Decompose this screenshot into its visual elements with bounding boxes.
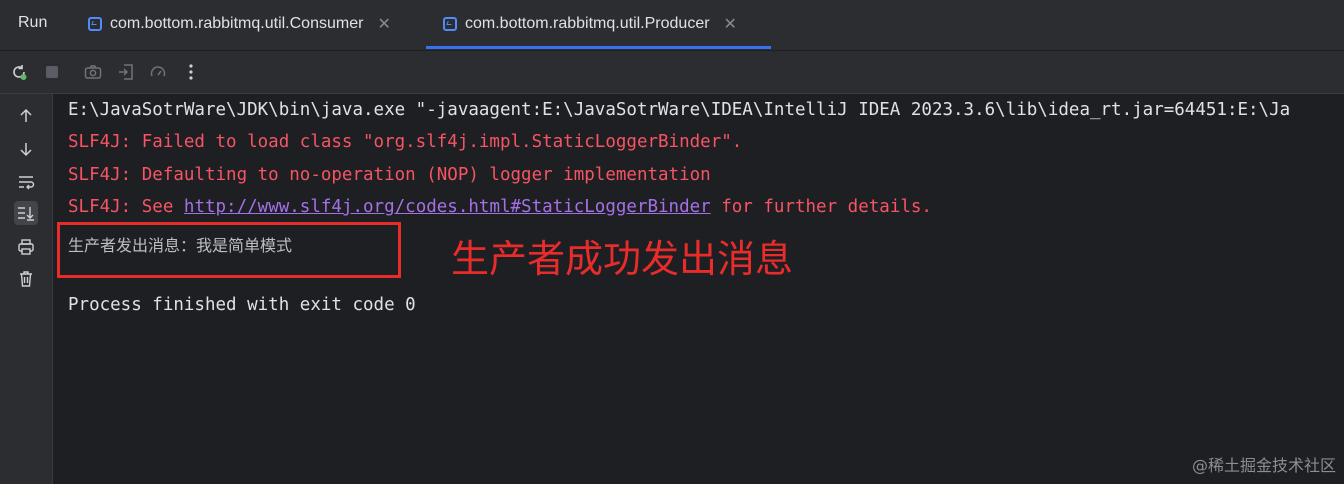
close-icon[interactable]: ✕ (377, 14, 390, 34)
annotation-label: 生产者成功发出消息 (451, 237, 794, 281)
tab-producer-label: com.bottom.rabbitmq.util.Producer (465, 15, 710, 32)
slf4j-warning-line: SLF4J: Failed to load class "org.slf4j.i… (68, 132, 743, 152)
scroll-to-end-icon[interactable] (14, 201, 38, 225)
console-output[interactable]: E:\JavaSotrWare\JDK\bin\java.exe "-javaa… (53, 94, 1344, 484)
rerun-icon[interactable] (8, 61, 30, 83)
down-arrow-icon[interactable] (14, 137, 38, 161)
slf4j-see-suffix: for further details. (710, 197, 932, 217)
slf4j-warning-line: SLF4J: See http://www.slf4j.org/codes.ht… (68, 197, 932, 217)
up-arrow-icon[interactable] (14, 104, 38, 128)
active-tab-indicator (426, 46, 771, 49)
slf4j-docs-link[interactable]: http://www.slf4j.org/codes.html#StaticLo… (184, 197, 711, 217)
run-panel-title: Run (18, 14, 48, 31)
soft-wrap-icon[interactable] (14, 170, 38, 194)
print-icon[interactable] (14, 235, 38, 259)
exit-code-line: Process finished with exit code 0 (68, 295, 416, 315)
slf4j-see-prefix: SLF4J: See (68, 197, 184, 217)
run-config-icon (443, 17, 457, 31)
exit-icon[interactable] (115, 61, 137, 83)
camera-icon[interactable] (82, 61, 104, 83)
console-side-toolbar (0, 94, 53, 484)
tab-producer[interactable]: com.bottom.rabbitmq.util.Producer ✕ (443, 0, 737, 48)
run-toolbar (0, 51, 1344, 94)
slf4j-warning-line: SLF4J: Defaulting to no-operation (NOP) … (68, 165, 711, 185)
more-icon[interactable] (180, 61, 202, 83)
gauge-icon[interactable] (147, 61, 169, 83)
tab-consumer[interactable]: com.bottom.rabbitmq.util.Consumer ✕ (88, 0, 391, 48)
watermark: @稀土掘金技术社区 (1191, 456, 1336, 475)
trash-icon[interactable] (14, 267, 38, 291)
tab-consumer-label: com.bottom.rabbitmq.util.Consumer (110, 15, 364, 32)
close-icon[interactable]: ✕ (724, 14, 737, 34)
stop-icon[interactable] (41, 61, 63, 83)
command-line: E:\JavaSotrWare\JDK\bin\java.exe "-javaa… (68, 100, 1291, 120)
run-tool-window-header: Run com.bottom.rabbitmq.util.Consumer ✕ … (0, 0, 1344, 51)
run-config-icon (88, 17, 102, 31)
highlight-box (57, 222, 401, 278)
